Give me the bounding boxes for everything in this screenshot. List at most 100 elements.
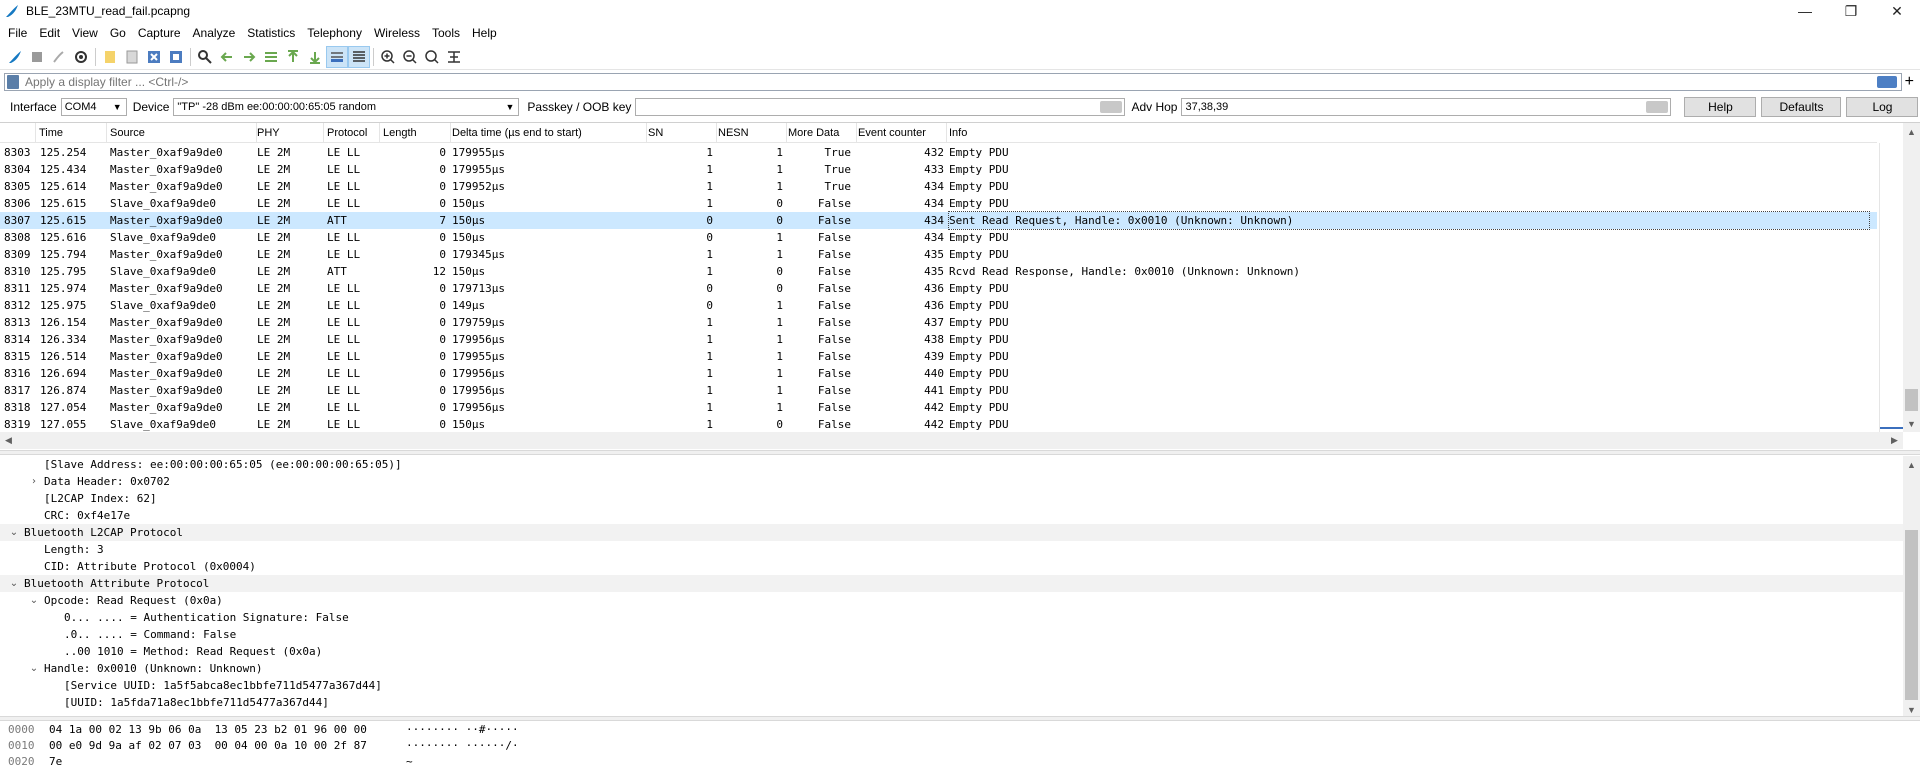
bytes-row[interactable]: 0020 7e ~ bbox=[0, 754, 1920, 770]
close-file-icon[interactable] bbox=[143, 46, 165, 68]
detail-tree-row[interactable]: CID: Attribute Protocol (0x0004) bbox=[0, 558, 1903, 575]
column-header-source[interactable]: Source bbox=[107, 123, 257, 143]
open-icon[interactable] bbox=[99, 46, 121, 68]
column-header-nesn[interactable]: NESN bbox=[715, 123, 787, 143]
column-header-phy[interactable]: PHY bbox=[254, 123, 324, 143]
detail-tree-row[interactable]: .0.. .... = Command: False bbox=[0, 626, 1903, 643]
column-header-length[interactable]: Length bbox=[380, 123, 451, 143]
resize-columns-icon[interactable] bbox=[443, 46, 465, 68]
menu-analyze[interactable]: Analyze bbox=[187, 22, 242, 44]
device-select[interactable]: "TP" -28 dBm ee:00:00:00:65:05 random ▼ bbox=[173, 98, 520, 116]
apply-arrow-icon[interactable] bbox=[1100, 101, 1123, 113]
column-header-no[interactable] bbox=[0, 123, 36, 143]
column-header-sn[interactable]: SN bbox=[645, 123, 717, 143]
packet-row[interactable]: 8306 125.615 Slave_0xaf9a9de0 LE 2M LE LL 0 15… bbox=[0, 195, 1877, 212]
packet-row[interactable]: 8307 125.615 Master_0xaf9a9de0 LE 2M ATT 7 150… bbox=[0, 211, 1877, 230]
packet-row[interactable]: 8308 125.616 Slave_0xaf9a9de0 LE 2M LE LL 0 15… bbox=[0, 229, 1877, 246]
packet-row[interactable]: 8317 126.874 Master_0xaf9a9de0 LE 2M LE LL 0 1… bbox=[0, 382, 1877, 399]
advhop-input[interactable]: 37,38,39 bbox=[1181, 98, 1672, 116]
detail-tree-row[interactable]: ..00 1010 = Method: Read Request (0x0a) bbox=[0, 643, 1903, 660]
colorize-icon[interactable] bbox=[348, 45, 370, 68]
bytes-row[interactable]: 0010 00 e0 9d 9a af 02 07 03 00 04 00 0a … bbox=[0, 738, 1920, 754]
back-icon[interactable] bbox=[216, 46, 238, 68]
pane-splitter[interactable] bbox=[0, 450, 1920, 455]
menu-statistics[interactable]: Statistics bbox=[241, 22, 301, 44]
column-header-protocol[interactable]: Protocol bbox=[324, 123, 380, 143]
detail-tree-row[interactable]: › Data Header: 0x0702 bbox=[0, 473, 1903, 490]
shark-fin-icon[interactable] bbox=[4, 46, 26, 68]
scroll-up-icon[interactable]: ▲ bbox=[1903, 456, 1920, 473]
zoom-out-icon[interactable] bbox=[399, 46, 421, 68]
packet-list-horizontal-scrollbar[interactable]: ◀ ▶ bbox=[0, 432, 1903, 449]
scroll-left-icon[interactable]: ◀ bbox=[0, 432, 17, 449]
display-filter-input[interactable] bbox=[25, 75, 1835, 89]
packet-minimap[interactable] bbox=[1879, 143, 1904, 432]
interface-select[interactable]: COM4 ▼ bbox=[60, 98, 127, 116]
detail-tree-row[interactable]: [Slave Address: ee:00:00:00:65:05 (ee:00… bbox=[0, 456, 1903, 473]
restore-button[interactable]: ❐ bbox=[1828, 0, 1874, 22]
zoom-in-icon[interactable] bbox=[377, 46, 399, 68]
forward-icon[interactable] bbox=[238, 46, 260, 68]
menu-file[interactable]: File bbox=[2, 22, 33, 44]
close-button[interactable]: ✕ bbox=[1874, 0, 1920, 22]
defaults-button[interactable]: Defaults bbox=[1761, 97, 1842, 117]
column-header-time[interactable]: Time bbox=[36, 123, 107, 143]
log-button[interactable]: Log bbox=[1846, 97, 1919, 117]
details-vertical-scrollbar[interactable]: ▲ ▼ bbox=[1903, 456, 1920, 718]
packet-row[interactable]: 8304 125.434 Master_0xaf9a9de0 LE 2M LE LL 0 1… bbox=[0, 161, 1877, 178]
bytes-row[interactable]: 0000 04 1a 00 02 13 9b 06 0a 13 05 23 b2 … bbox=[0, 722, 1920, 738]
chevron-right-icon[interactable]: › bbox=[28, 473, 40, 490]
detail-tree-row[interactable]: ⌄ Handle: 0x0010 (Unknown: Unknown) bbox=[0, 660, 1903, 677]
find-icon[interactable] bbox=[194, 46, 216, 68]
first-packet-icon[interactable] bbox=[282, 46, 304, 68]
column-header-info[interactable]: Info bbox=[946, 123, 1877, 143]
detail-tree-row[interactable]: [L2CAP Index: 62] bbox=[0, 490, 1903, 507]
detail-tree-row[interactable]: [Service UUID: 1a5f5abca8ec1bbfe711d5477… bbox=[0, 677, 1903, 694]
detail-tree-row[interactable]: [UUID: 1a5fda71a8ec1bbfe711d5477a367d44] bbox=[0, 694, 1903, 711]
menu-view[interactable]: View bbox=[66, 22, 104, 44]
menu-capture[interactable]: Capture bbox=[132, 22, 187, 44]
packet-row[interactable]: 8313 126.154 Master_0xaf9a9de0 LE 2M LE LL 0 1… bbox=[0, 314, 1877, 331]
pane-splitter[interactable] bbox=[0, 716, 1920, 721]
normal-size-icon[interactable] bbox=[421, 46, 443, 68]
detail-tree-row[interactable]: Length: 3 bbox=[0, 541, 1903, 558]
packet-row[interactable]: 8319 127.055 Slave_0xaf9a9de0 LE 2M LE LL 0 15… bbox=[0, 416, 1877, 433]
packet-row[interactable]: 8318 127.054 Master_0xaf9a9de0 LE 2M LE LL 0 1… bbox=[0, 399, 1877, 416]
apply-filter-arrow-icon[interactable] bbox=[1877, 76, 1897, 88]
packet-row[interactable]: 8310 125.795 Slave_0xaf9a9de0 LE 2M ATT 12 150… bbox=[0, 263, 1877, 280]
autoscroll-icon[interactable] bbox=[326, 45, 348, 68]
scroll-right-icon[interactable]: ▶ bbox=[1886, 432, 1903, 449]
column-header-delta[interactable]: Delta time (µs end to start) bbox=[449, 123, 647, 143]
packet-row[interactable]: 8309 125.794 Master_0xaf9a9de0 LE 2M LE LL 0 1… bbox=[0, 246, 1877, 263]
scrollbar-thumb[interactable] bbox=[1905, 530, 1918, 700]
detail-tree-row[interactable]: ⌄ Bluetooth Attribute Protocol bbox=[0, 575, 1903, 592]
menu-wireless[interactable]: Wireless bbox=[368, 22, 426, 44]
help-button[interactable]: Help bbox=[1684, 97, 1757, 117]
detail-tree-row[interactable]: ⌄ Bluetooth L2CAP Protocol bbox=[0, 524, 1903, 541]
save-icon[interactable] bbox=[121, 46, 143, 68]
last-packet-icon[interactable] bbox=[304, 46, 326, 68]
minimize-button[interactable]: — bbox=[1782, 0, 1828, 22]
menu-telephony[interactable]: Telephony bbox=[301, 22, 368, 44]
packet-list-vertical-scrollbar[interactable]: ▲ ▼ bbox=[1903, 123, 1920, 432]
packet-row[interactable]: 8311 125.974 Master_0xaf9a9de0 LE 2M LE LL 0 1… bbox=[0, 280, 1877, 297]
go-to-packet-icon[interactable] bbox=[260, 46, 282, 68]
apply-arrow-icon[interactable] bbox=[1646, 101, 1669, 113]
menu-tools[interactable]: Tools bbox=[426, 22, 466, 44]
packet-row[interactable]: 8316 126.694 Master_0xaf9a9de0 LE 2M LE LL 0 1… bbox=[0, 365, 1877, 382]
scroll-up-icon[interactable]: ▲ bbox=[1903, 123, 1920, 140]
column-header-more-data[interactable]: More Data bbox=[785, 123, 857, 143]
packet-row[interactable]: 8303 125.254 Master_0xaf9a9de0 LE 2M LE LL 0 1… bbox=[0, 144, 1877, 161]
column-header-event-counter[interactable]: Event counter bbox=[855, 123, 947, 143]
packet-row[interactable]: 8315 126.514 Master_0xaf9a9de0 LE 2M LE LL 0 1… bbox=[0, 348, 1877, 365]
chevron-down-icon[interactable]: ⌄ bbox=[28, 592, 40, 609]
chevron-down-icon[interactable]: ⌄ bbox=[28, 660, 40, 677]
menu-go[interactable]: Go bbox=[104, 22, 132, 44]
add-filter-button-icon[interactable]: + bbox=[1905, 73, 1914, 91]
detail-tree-row[interactable]: ⌄ Opcode: Read Request (0x0a) bbox=[0, 592, 1903, 609]
passkey-input[interactable] bbox=[635, 98, 1126, 116]
scroll-down-icon[interactable]: ▼ bbox=[1903, 415, 1920, 432]
options-icon[interactable] bbox=[70, 46, 92, 68]
bookmark-icon[interactable] bbox=[7, 75, 19, 89]
chevron-down-icon[interactable]: ⌄ bbox=[8, 575, 20, 592]
